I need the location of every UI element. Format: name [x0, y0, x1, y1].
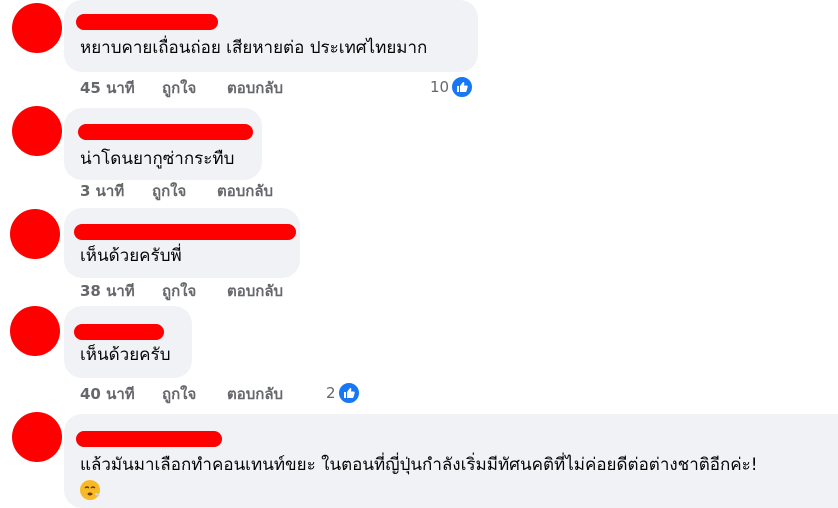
comment-time[interactable]: 38 นาที: [80, 281, 135, 301]
comment-text: น่าโดนยากูซ่ากระทืบ: [80, 149, 235, 169]
comment-bubble: น่าโดนยากูซ่ากระทืบ: [64, 108, 262, 180]
author-name-redacted[interactable]: [76, 14, 218, 30]
reaction-count[interactable]: 10: [430, 76, 474, 98]
reply-button[interactable]: ตอบกลับ: [217, 181, 273, 201]
avatar[interactable]: [10, 306, 60, 356]
like-button[interactable]: ถูกใจ: [162, 78, 196, 98]
reaction-count[interactable]: 2: [326, 382, 360, 404]
author-name-redacted[interactable]: [76, 431, 222, 447]
comment-bubble: เห็นด้วยครับพี่: [64, 208, 300, 278]
avatar[interactable]: [12, 412, 62, 462]
author-name-redacted[interactable]: [74, 324, 164, 340]
author-name-redacted[interactable]: [78, 124, 253, 140]
reaction-count-value: 2: [326, 384, 336, 402]
reply-button[interactable]: ตอบกลับ: [227, 384, 283, 404]
huffing-face-emoji: [80, 480, 100, 500]
thumbs-up-icon: [451, 76, 474, 98]
avatar[interactable]: [12, 106, 62, 156]
comment-text: แล้วมันมาเลือกทำคอนเทนท์ขยะ ในตอนที่ญี่ป…: [80, 455, 758, 475]
reply-button[interactable]: ตอบกลับ: [227, 78, 283, 98]
comment-time[interactable]: 40 นาที: [80, 384, 135, 404]
like-button[interactable]: ถูกใจ: [162, 281, 196, 301]
comment-text: เห็นด้วยครับ: [80, 345, 171, 365]
reply-button[interactable]: ตอบกลับ: [227, 281, 283, 301]
comment-time[interactable]: 45 นาที: [80, 78, 135, 98]
reaction-count-value: 10: [430, 78, 450, 96]
comment-bubble: แล้วมันมาเลือกทำคอนเทนท์ขยะ ในตอนที่ญี่ป…: [64, 414, 838, 508]
comment-time[interactable]: 3 นาที: [80, 181, 124, 201]
author-name-redacted[interactable]: [74, 224, 296, 240]
thumbs-up-icon: [337, 382, 360, 404]
comment-text: หยาบคายเถื่อนถ่อย เสียหายต่อ ประเทศไทยมา…: [80, 38, 428, 58]
comment-bubble: เห็นด้วยครับ: [64, 306, 192, 378]
avatar[interactable]: [10, 209, 60, 259]
comment-text: เห็นด้วยครับพี่: [80, 246, 182, 266]
like-button[interactable]: ถูกใจ: [152, 181, 186, 201]
avatar[interactable]: [12, 3, 62, 53]
like-button[interactable]: ถูกใจ: [162, 384, 196, 404]
comment-bubble: หยาบคายเถื่อนถ่อย เสียหายต่อ ประเทศไทยมา…: [64, 0, 478, 72]
